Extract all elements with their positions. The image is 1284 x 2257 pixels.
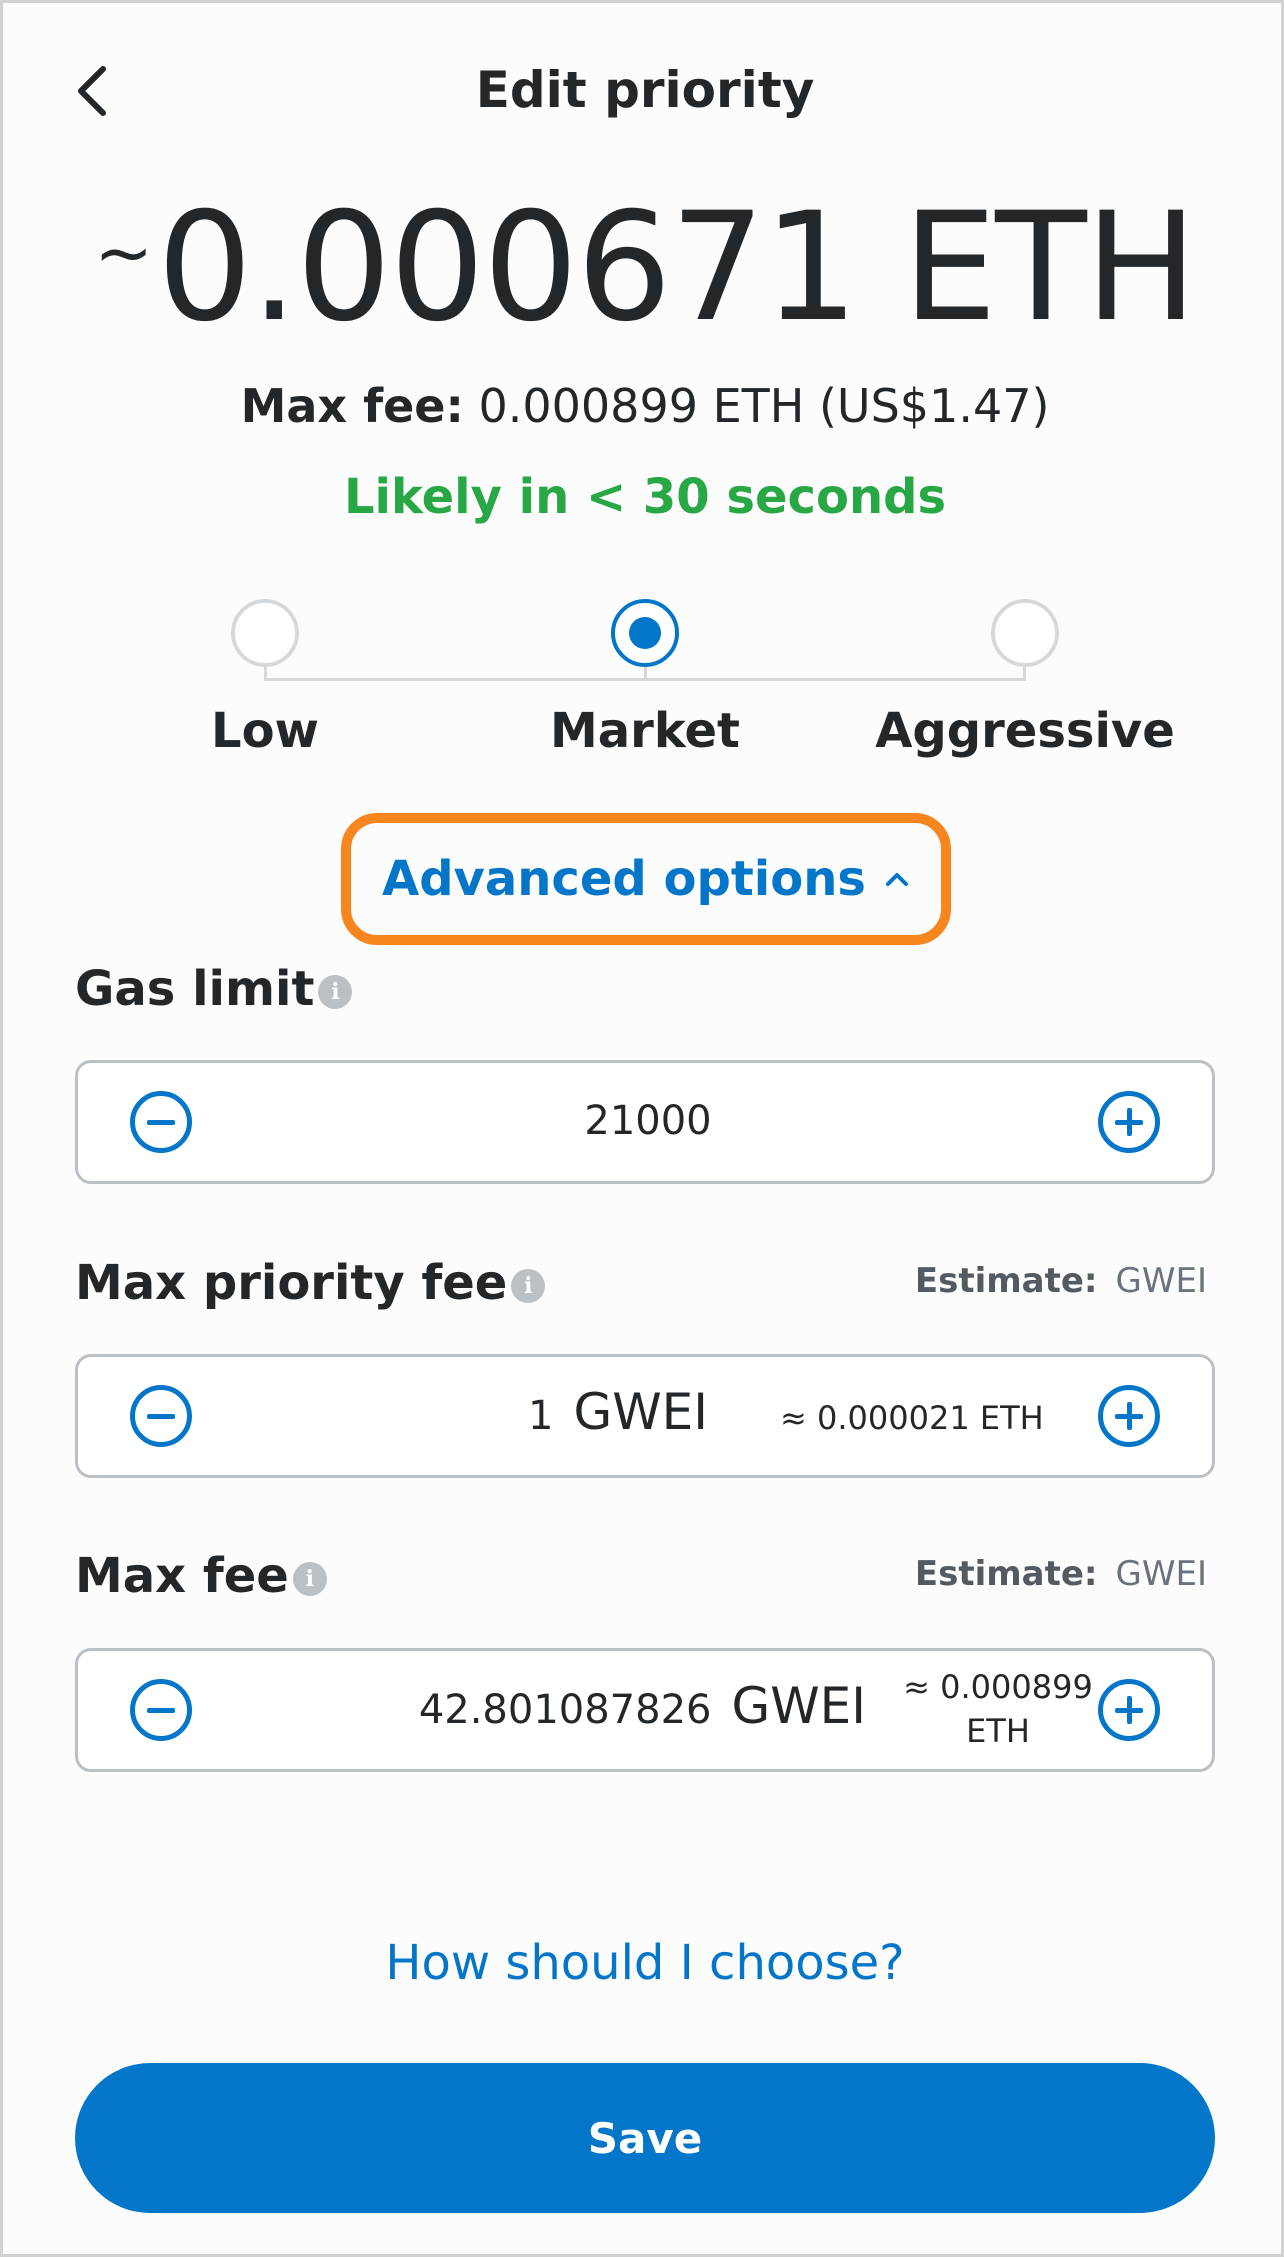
chevron-up-icon bbox=[884, 870, 910, 888]
plus-icon-v bbox=[1126, 1696, 1132, 1724]
max-fee-increase-button[interactable] bbox=[1098, 1679, 1160, 1741]
max-fee-eth-equivalent: ≈ 0.000899 ETH bbox=[878, 1665, 1118, 1753]
max-fee-unit: GWEI bbox=[731, 1677, 866, 1735]
max-priority-fee-input[interactable]: 1 GWEI bbox=[78, 1383, 708, 1441]
priority-radio-aggressive[interactable] bbox=[991, 599, 1059, 667]
screen: Edit priority ~0.000671 ETH Max fee: 0.0… bbox=[0, 0, 1284, 2257]
max-fee-heading: Max fee i bbox=[75, 1548, 327, 1604]
estimate-label: Estimate: bbox=[914, 1261, 1098, 1301]
max-fee-value: 42.801087826 bbox=[418, 1687, 712, 1733]
max-fee-summary: Max fee: 0.000899 ETH (US$1.47) bbox=[3, 379, 1284, 433]
plus-icon-v bbox=[1126, 1402, 1132, 1430]
estimate-label: Estimate: bbox=[914, 1554, 1098, 1594]
likely-time-text: Likely in < 30 seconds bbox=[343, 469, 947, 525]
gas-limit-value[interactable]: 21000 bbox=[78, 1098, 1218, 1144]
info-icon[interactable]: i bbox=[318, 975, 353, 1009]
max-priority-fee-heading: Max priority fee i bbox=[75, 1255, 546, 1311]
max-fee-summary-label: Max fee: bbox=[240, 379, 464, 433]
max-fee-label: Max fee bbox=[75, 1548, 289, 1604]
max-priority-fee-unit: GWEI bbox=[573, 1383, 708, 1441]
priority-label-low[interactable]: Low bbox=[85, 703, 445, 759]
estimated-fee-amount: 0.000671 ETH bbox=[157, 181, 1198, 355]
max-priority-fee-value: 1 bbox=[528, 1393, 554, 1439]
info-icon[interactable]: i bbox=[511, 1269, 546, 1303]
page-title: Edit priority bbox=[475, 61, 815, 119]
advanced-options-toggle[interactable]: Advanced options bbox=[341, 813, 951, 945]
advanced-options-label: Advanced options bbox=[382, 851, 866, 907]
save-button[interactable]: Save bbox=[75, 2063, 1215, 2213]
gas-limit-label: Gas limit bbox=[75, 961, 315, 1017]
priority-label-market[interactable]: Market bbox=[465, 703, 825, 759]
gas-limit-stepper: 21000 bbox=[75, 1060, 1215, 1184]
max-fee-eth-equivalent-amount: ≈ 0.000899 bbox=[903, 1668, 1093, 1706]
max-fee-estimate: Estimate: GWEI bbox=[915, 1554, 1207, 1594]
max-priority-fee-eth-equivalent: ≈ 0.000021 ETH bbox=[780, 1399, 1044, 1437]
approx-tilde: ~ bbox=[94, 212, 153, 294]
gas-limit-heading: Gas limit i bbox=[75, 961, 353, 1017]
estimate-value: GWEI bbox=[1115, 1554, 1207, 1594]
priority-label-aggressive[interactable]: Aggressive bbox=[845, 703, 1205, 759]
max-priority-fee-stepper: 1 GWEI ≈ 0.000021 ETH bbox=[75, 1354, 1215, 1478]
how-should-i-choose-link[interactable]: How should I choose? bbox=[3, 1935, 1284, 1991]
priority-radio-low[interactable] bbox=[231, 599, 299, 667]
estimate-value: GWEI bbox=[1115, 1261, 1207, 1301]
max-fee-stepper: 42.801087826 GWEI ≈ 0.000899 ETH bbox=[75, 1648, 1215, 1772]
gas-limit-increase-button[interactable] bbox=[1098, 1091, 1160, 1153]
estimated-fee: ~0.000671 ETH bbox=[3, 193, 1284, 343]
plus-icon-v bbox=[1126, 1108, 1132, 1136]
radio-selected-dot bbox=[629, 617, 661, 649]
max-priority-fee-estimate: Estimate: GWEI bbox=[915, 1261, 1207, 1301]
max-fee-summary-value: 0.000899 ETH (US$1.47) bbox=[463, 379, 1050, 433]
max-priority-fee-label: Max priority fee bbox=[75, 1255, 508, 1311]
max-fee-eth-equivalent-unit: ETH bbox=[966, 1712, 1030, 1750]
priority-radio-market[interactable] bbox=[611, 599, 679, 667]
max-fee-input[interactable]: 42.801087826 GWEI bbox=[78, 1677, 866, 1735]
info-icon[interactable]: i bbox=[292, 1562, 327, 1596]
max-priority-fee-increase-button[interactable] bbox=[1098, 1385, 1160, 1447]
